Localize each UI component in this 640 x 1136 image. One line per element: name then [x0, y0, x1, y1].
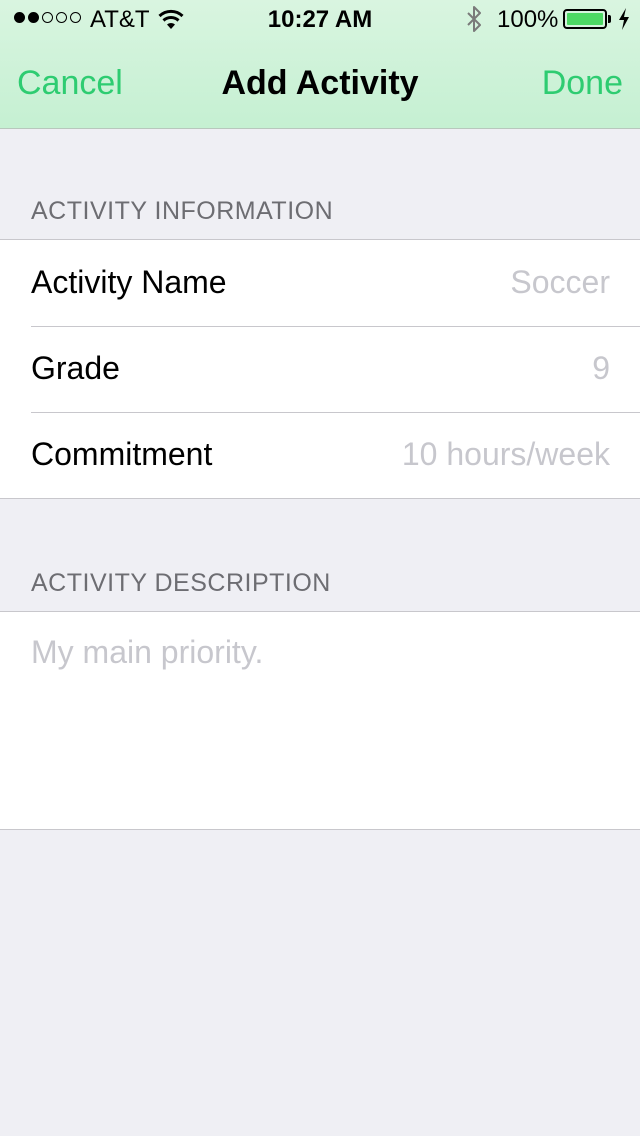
status-bar: AT&T 10:27 AM 100% — [0, 0, 640, 40]
activity-name-input[interactable] — [310, 260, 610, 304]
done-button[interactable]: Done — [542, 64, 623, 103]
commitment-input[interactable] — [310, 432, 610, 476]
battery-percentage: 100% — [497, 6, 559, 33]
commitment-row[interactable]: Commitment — [0, 412, 640, 498]
commitment-label: Commitment — [31, 436, 213, 472]
bluetooth-icon — [467, 6, 481, 32]
grade-input[interactable] — [310, 346, 610, 390]
battery-nub — [608, 15, 611, 23]
grade-label: Grade — [31, 350, 120, 386]
activity-information-header: ACTIVITY INFORMATION — [31, 197, 334, 225]
activity-name-row[interactable]: Activity Name — [0, 240, 640, 326]
activity-description-group — [0, 611, 640, 830]
grade-row[interactable]: Grade — [0, 326, 640, 412]
activity-description-textarea[interactable] — [31, 634, 611, 814]
activity-name-label: Activity Name — [31, 264, 227, 300]
navigation-bar: Cancel Add Activity Done — [0, 40, 640, 128]
activity-information-group: Activity Name Grade Commitment — [0, 239, 640, 499]
charging-icon — [619, 8, 629, 30]
battery-level — [567, 13, 603, 25]
top-bar: AT&T 10:27 AM 100% Cancel Add Activity D… — [0, 0, 640, 129]
activity-description-header: ACTIVITY DESCRIPTION — [31, 569, 331, 597]
battery-icon — [563, 9, 607, 29]
